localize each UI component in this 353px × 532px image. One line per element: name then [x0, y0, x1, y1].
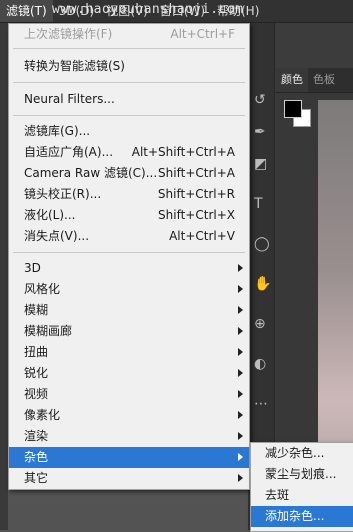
menu-item-label: 消失点(V)... [24, 229, 90, 243]
pen-tool-icon[interactable]: ✒ [254, 124, 266, 140]
menu-window[interactable]: 窗口(W) [154, 0, 211, 22]
submenu-arrow-icon [238, 264, 243, 272]
submenu-item-label: 蒙尘与划痕... [265, 467, 337, 481]
menu-item-label: 杂色 [24, 450, 49, 464]
menu-item-adaptive-wide-angle[interactable]: 自适应广角(A)... Alt+Shift+Ctrl+A [9, 142, 249, 163]
eraser-tool-icon[interactable]: ◩ [254, 156, 267, 172]
tab-color[interactable]: 颜色 [276, 68, 308, 92]
menu-help[interactable]: 帮助(H) [211, 0, 265, 22]
menu-item-shortcut: Alt+Ctrl+V [169, 229, 235, 243]
submenu-arrow-icon [238, 369, 243, 377]
menu-item-label: 其它 [24, 471, 49, 485]
menu-item-label: 上次滤镜操作(F) [24, 27, 113, 41]
menu-item-blur[interactable]: 模糊 [9, 300, 249, 321]
zoom-tool-icon[interactable]: ⊕ [254, 316, 266, 332]
tab-swatches[interactable]: 色板 [308, 68, 340, 92]
menu-bar: 滤镜(T) 3D(D) 视图(V) 窗口(W) 帮助(H) [0, 0, 353, 23]
menu-item-label: 转换为智能滤镜(S) [24, 59, 125, 73]
menu-separator [13, 252, 245, 253]
submenu-item-label: 减少杂色... [265, 446, 325, 460]
menu-item-label: 滤镜库(G)... [24, 124, 91, 138]
menu-item-label: 模糊 [24, 303, 49, 317]
menu-item-neural-filters[interactable]: Neural Filters... [9, 89, 249, 110]
menu-item-shortcut: Shift+Ctrl+X [158, 208, 235, 222]
submenu-arrow-icon [238, 474, 243, 482]
shape-tool-icon[interactable]: ◯ [254, 236, 270, 252]
menu-item-label: Neural Filters... [24, 92, 115, 106]
menu-item-distort[interactable]: 扭曲 [9, 342, 249, 363]
menu-item-stylize[interactable]: 风格化 [9, 279, 249, 300]
hand-tool-icon[interactable]: ✋ [254, 276, 271, 292]
menu-item-label: 风格化 [24, 282, 61, 296]
menu-item-render[interactable]: 渲染 [9, 426, 249, 447]
menu-item-3d[interactable]: 3D [9, 258, 249, 279]
submenu-arrow-icon [238, 348, 243, 356]
menu-filter[interactable]: 滤镜(T) [0, 0, 53, 22]
submenu-arrow-icon [238, 306, 243, 314]
menu-item-label: 模糊画廊 [24, 324, 73, 338]
submenu-item-label: 去斑 [265, 488, 290, 502]
menu-item-shortcut: Alt+Shift+Ctrl+A [131, 145, 235, 159]
foreground-color-swatch[interactable] [284, 100, 302, 118]
submenu-arrow-icon [238, 453, 243, 461]
menu-item-blur-gallery[interactable]: 模糊画廊 [9, 321, 249, 342]
menu-item-shortcut: Shift+Ctrl+A [158, 166, 235, 180]
menu-item-label: 锐化 [24, 366, 49, 380]
menu-item-label: Camera Raw 滤镜(C)... [24, 166, 158, 180]
menu-item-label: 像素化 [24, 408, 61, 422]
menu-item-camera-raw[interactable]: Camera Raw 滤镜(C)... Shift+Ctrl+A [9, 163, 249, 184]
menu-item-convert-smart-filter[interactable]: 转换为智能滤镜(S) [9, 56, 249, 77]
submenu-arrow-icon [238, 285, 243, 293]
menu-3d[interactable]: 3D(D) [53, 0, 100, 22]
menu-item-last-filter: 上次滤镜操作(F) Alt+Ctrl+F [9, 24, 249, 45]
menu-item-lens-correction[interactable]: 镜头校正(R)... Shift+Ctrl+R [9, 184, 249, 205]
menu-separator [13, 48, 245, 49]
menu-item-vanishing-point[interactable]: 消失点(V)... Alt+Ctrl+V [9, 226, 249, 247]
filter-menu: 上次滤镜操作(F) Alt+Ctrl+F 转换为智能滤镜(S) Neural F… [8, 23, 250, 490]
submenu-item-despeckle[interactable]: 去斑 [251, 485, 353, 506]
menu-view[interactable]: 视图(V) [100, 0, 154, 22]
color-panel-tabs: 颜色 色板 [276, 68, 353, 93]
menu-item-label: 液化(L)... [24, 208, 76, 222]
menu-item-label: 镜头校正(R)... [24, 187, 102, 201]
menu-item-other[interactable]: 其它 [9, 468, 249, 489]
submenu-item-reduce-noise[interactable]: 减少杂色... [251, 443, 353, 464]
submenu-item-label: 添加杂色... [265, 509, 325, 523]
menu-item-label: 渲染 [24, 429, 49, 443]
left-tool-strip [0, 23, 8, 530]
menu-item-label: 视频 [24, 387, 49, 401]
menu-item-pixelate[interactable]: 像素化 [9, 405, 249, 426]
menu-item-shortcut: Shift+Ctrl+R [157, 187, 235, 201]
menu-separator [13, 115, 245, 116]
submenu-item-dust-and-scratches[interactable]: 蒙尘与划痕... [251, 464, 353, 485]
menu-item-shortcut: Alt+Ctrl+F [170, 27, 235, 41]
submenu-arrow-icon [238, 327, 243, 335]
menu-item-noise[interactable]: 杂色 [9, 447, 249, 468]
submenu-item-add-noise[interactable]: 添加杂色... [251, 506, 353, 527]
more-tools-icon[interactable]: ⋯ [254, 396, 268, 412]
menu-item-liquify[interactable]: 液化(L)... Shift+Ctrl+X [9, 205, 249, 226]
dodge-tool-icon[interactable]: ◐ [254, 356, 266, 372]
menu-item-label: 自适应广角(A)... [24, 145, 114, 159]
menu-item-filter-gallery[interactable]: 滤镜库(G)... [9, 121, 249, 142]
menu-item-sharpen[interactable]: 锐化 [9, 363, 249, 384]
menu-item-label: 扭曲 [24, 345, 49, 359]
menu-item-video[interactable]: 视频 [9, 384, 249, 405]
menu-separator [13, 82, 245, 83]
submenu-arrow-icon [238, 432, 243, 440]
submenu-arrow-icon [238, 411, 243, 419]
type-tool-icon[interactable]: T [254, 196, 263, 212]
noise-submenu: 减少杂色... 蒙尘与划痕... 去斑 添加杂色... [250, 442, 353, 532]
brush-tool-icon[interactable]: ↺ [254, 92, 266, 108]
menu-item-label: 3D [24, 261, 41, 275]
submenu-arrow-icon [238, 390, 243, 398]
